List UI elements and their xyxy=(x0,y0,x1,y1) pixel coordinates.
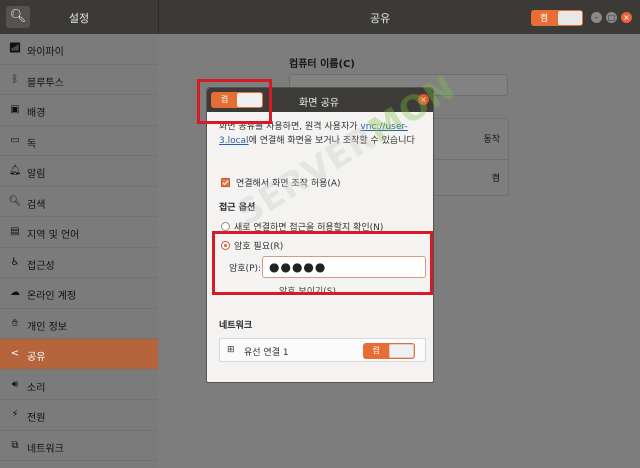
checkbox-checked-icon xyxy=(221,178,230,187)
network-icon: ⧉ xyxy=(11,439,19,451)
region-icon: ▤ xyxy=(10,226,20,237)
sidebar-item-privacy[interactable]: ✋︎ 개인 정보 xyxy=(0,309,158,339)
toggle-knob xyxy=(558,11,582,25)
sharing-master-toggle[interactable]: 켬 xyxy=(531,10,583,26)
network-name: 유선 연결 1 xyxy=(244,348,289,358)
sharing-services-list: 동작 켬 xyxy=(423,118,509,196)
highlight-box-toggle xyxy=(197,79,272,124)
window-titlebar: 🔍︎ 설정 공유 켬 – □ × xyxy=(0,0,640,34)
maximize-button[interactable]: □ xyxy=(606,12,617,23)
network-heading: 네트워크 xyxy=(219,321,253,331)
sidebar-item-background[interactable]: ▣ 배경 xyxy=(0,95,158,126)
sidebar-item-label: 접근성 xyxy=(27,260,55,272)
sidebar-item-sharing[interactable]: < 공유 xyxy=(0,339,158,370)
toggle-label: 켬 xyxy=(372,346,380,355)
divider xyxy=(424,159,508,160)
sidebar-item-label: 지역 및 언어 xyxy=(27,230,80,241)
sidebar-item-label: 검색 xyxy=(27,199,46,211)
wired-network-icon: ⊞ xyxy=(227,345,235,355)
computer-name-label: 컴퓨터 이름(C) xyxy=(289,59,355,70)
sidebar-item-label: 소리 xyxy=(27,382,46,394)
sidebar-item-search[interactable]: 🔍︎ 검색 xyxy=(0,187,158,217)
sidebar-item-label: 온라인 계정 xyxy=(27,291,77,302)
sidebar-item-power[interactable]: ⚡︎ 전원 xyxy=(0,400,158,431)
highlight-box-password xyxy=(212,231,433,295)
sidebar-item-sound[interactable]: 🔊︎ 소리 xyxy=(0,370,158,400)
media-sharing-status[interactable]: 켬 xyxy=(492,171,500,184)
sidebar-item-label: 와이파이 xyxy=(27,47,64,58)
sound-icon: 🔊︎ xyxy=(11,378,19,390)
privacy-icon: ✋︎ xyxy=(12,317,18,329)
close-icon: × xyxy=(623,13,630,22)
page-title: 공유 xyxy=(370,12,391,25)
search-button[interactable]: 🔍︎ xyxy=(6,6,30,28)
sidebar-item-label: 네트워크 xyxy=(27,443,64,455)
minimize-icon: – xyxy=(594,13,599,22)
sidebar: 📶︎ 와이파이 ᛒ 블루투스 ▣ 배경 ▭ 독 🔔︎ 알림 🔍︎ 검색 ▤ 지역 및 언어 ♿… xyxy=(0,34,158,468)
radio-icon xyxy=(221,222,230,231)
sidebar-item-notifications[interactable]: 🔔︎ 알림 xyxy=(0,156,158,187)
wifi-icon: 📶︎ xyxy=(8,43,22,54)
settings-title: 설정 xyxy=(68,12,90,25)
sidebar-item-label: 블루투스 xyxy=(27,77,64,89)
bell-icon: 🔔︎ xyxy=(8,165,22,176)
sidebar-item-label: 개인 정보 xyxy=(27,321,67,333)
network-toggle[interactable]: 켬 xyxy=(363,343,415,359)
search-icon: 🔍︎ xyxy=(9,9,27,24)
sidebar-item-dock[interactable]: ▭ 독 xyxy=(0,126,158,156)
sidebar-item-bluetooth[interactable]: ᛒ 블루투스 xyxy=(0,65,158,95)
network-row: ⊞ 유선 연결 1 켬 xyxy=(219,338,426,362)
bluetooth-icon: ᛒ xyxy=(12,73,18,85)
sidebar-item-wifi[interactable]: 📶︎ 와이파이 xyxy=(0,34,158,65)
sidebar-item-label: 독 xyxy=(27,138,37,150)
sidebar-item-online-accounts[interactable]: ☁︎ 온라인 계정 xyxy=(0,278,158,309)
sidebar-item-label: 알림 xyxy=(27,169,46,180)
dock-icon: ▭ xyxy=(10,134,20,146)
titlebar-divider xyxy=(158,0,159,34)
power-icon: ⚡︎ xyxy=(11,409,19,420)
search-icon: 🔍︎ xyxy=(8,195,22,207)
maximize-icon: □ xyxy=(607,13,616,22)
sidebar-item-label: 전원 xyxy=(27,413,46,424)
background-icon: ▣ xyxy=(10,104,20,115)
accessibility-icon: ♿︎ xyxy=(10,256,20,268)
sidebar-item-label: 배경 xyxy=(27,108,46,119)
minimize-button[interactable]: – xyxy=(591,12,602,23)
dialog-title: 화면 공유 xyxy=(299,98,339,109)
sidebar-item-label: 공유 xyxy=(27,352,46,363)
sidebar-item-region[interactable]: ▤ 지역 및 언어 xyxy=(0,217,158,248)
close-button[interactable]: × xyxy=(621,12,632,23)
screen-sharing-status[interactable]: 동작 xyxy=(483,132,500,145)
sidebar-item-network[interactable]: ⧉ 네트워크 xyxy=(0,431,158,461)
toggle-knob xyxy=(389,344,414,358)
online-accounts-icon: ☁︎ xyxy=(10,287,20,298)
share-icon: < xyxy=(10,348,20,359)
toggle-label: 켬 xyxy=(539,14,549,24)
sidebar-item-accessibility[interactable]: ♿︎ 접근성 xyxy=(0,248,158,278)
